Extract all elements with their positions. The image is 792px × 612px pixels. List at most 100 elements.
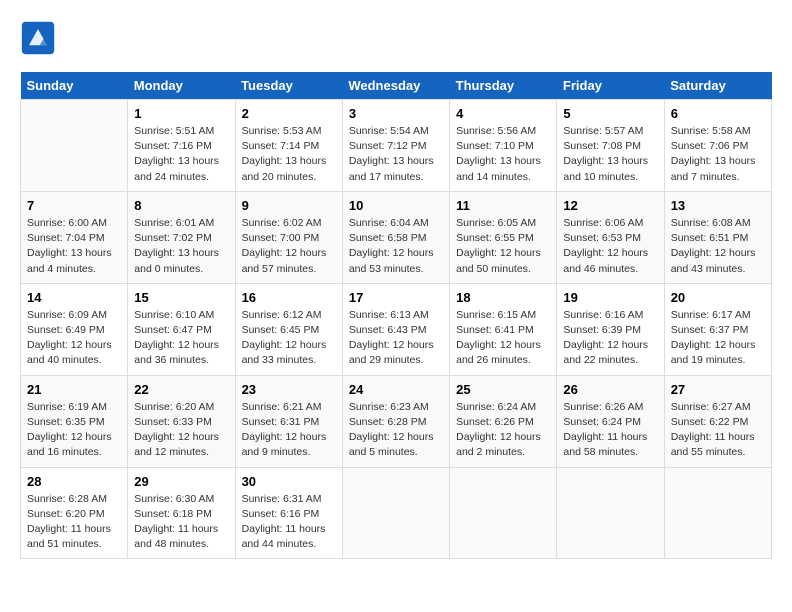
calendar-cell: 22 Sunrise: 6:20 AMSunset: 6:33 PMDayligh…	[128, 375, 235, 467]
calendar-body: 1 Sunrise: 5:51 AMSunset: 7:16 PMDaylight…	[21, 100, 772, 559]
calendar-cell: 2 Sunrise: 5:53 AMSunset: 7:14 PMDaylight…	[235, 100, 342, 192]
day-number: 7	[27, 198, 121, 213]
day-number: 12	[563, 198, 657, 213]
day-info: Sunrise: 6:27 AMSunset: 6:22 PMDaylight:…	[671, 400, 765, 461]
day-info: Sunrise: 6:06 AMSunset: 6:53 PMDaylight:…	[563, 216, 657, 277]
calendar-cell: 29Sunrise: 6:30 AMSunset: 6:18 PMDayligh…	[128, 467, 235, 559]
day-number: 9	[242, 198, 336, 213]
weekday-header-tuesday: Tuesday	[235, 72, 342, 100]
day-number: 5	[563, 106, 657, 121]
calendar-cell: 11 Sunrise: 6:05 AMSunset: 6:55 PMDayligh…	[450, 191, 557, 283]
calendar-cell: 15 Sunrise: 6:10 AMSunset: 6:47 PMDayligh…	[128, 283, 235, 375]
day-info: Sunrise: 6:31 AMSunset: 6:16 PMDaylight:…	[242, 492, 336, 553]
calendar-cell: 10Sunrise: 6:04 AMSunset: 6:58 PMDayligh…	[342, 191, 449, 283]
day-info: Sunrise: 5:51 AMSunset: 7:16 PMDaylight:…	[134, 124, 228, 185]
day-number: 2	[242, 106, 336, 121]
calendar-cell	[342, 467, 449, 559]
day-info: Sunrise: 6:01 AMSunset: 7:02 PMDaylight:…	[134, 216, 228, 277]
day-info: Sunrise: 5:56 AMSunset: 7:10 PMDaylight:…	[456, 124, 550, 185]
day-number: 3	[349, 106, 443, 121]
day-info: Sunrise: 6:17 AMSunset: 6:37 PMDaylight:…	[671, 308, 765, 369]
day-info: Sunrise: 6:08 AMSunset: 6:51 PMDaylight:…	[671, 216, 765, 277]
weekday-header-sunday: Sunday	[21, 72, 128, 100]
day-number: 15	[134, 290, 228, 305]
day-number: 10	[349, 198, 443, 213]
logo	[20, 20, 60, 56]
day-number: 28	[27, 474, 121, 489]
calendar-cell: 27 Sunrise: 6:27 AMSunset: 6:22 PMDayligh…	[664, 375, 771, 467]
day-number: 13	[671, 198, 765, 213]
calendar-week-3: 14Sunrise: 6:09 AMSunset: 6:49 PMDayligh…	[21, 283, 772, 375]
calendar-cell	[557, 467, 664, 559]
calendar-cell: 14Sunrise: 6:09 AMSunset: 6:49 PMDayligh…	[21, 283, 128, 375]
day-info: Sunrise: 6:02 AMSunset: 7:00 PMDaylight:…	[242, 216, 336, 277]
weekday-header-monday: Monday	[128, 72, 235, 100]
calendar-cell: 17 Sunrise: 6:13 AMSunset: 6:43 PMDayligh…	[342, 283, 449, 375]
calendar-cell: 8 Sunrise: 6:01 AMSunset: 7:02 PMDaylight…	[128, 191, 235, 283]
calendar-cell: 26Sunrise: 6:26 AMSunset: 6:24 PMDayligh…	[557, 375, 664, 467]
calendar-week-4: 21 Sunrise: 6:19 AMSunset: 6:35 PMDayligh…	[21, 375, 772, 467]
calendar-cell	[450, 467, 557, 559]
calendar-cell: 19 Sunrise: 6:16 AMSunset: 6:39 PMDayligh…	[557, 283, 664, 375]
day-info: Sunrise: 6:10 AMSunset: 6:47 PMDaylight:…	[134, 308, 228, 369]
calendar-cell: 20 Sunrise: 6:17 AMSunset: 6:37 PMDayligh…	[664, 283, 771, 375]
day-info: Sunrise: 6:13 AMSunset: 6:43 PMDaylight:…	[349, 308, 443, 369]
day-info: Sunrise: 6:19 AMSunset: 6:35 PMDaylight:…	[27, 400, 121, 461]
day-number: 30	[242, 474, 336, 489]
day-info: Sunrise: 6:26 AMSunset: 6:24 PMDaylight:…	[563, 400, 657, 461]
calendar-cell: 3 Sunrise: 5:54 AMSunset: 7:12 PMDaylight…	[342, 100, 449, 192]
day-number: 22	[134, 382, 228, 397]
day-number: 27	[671, 382, 765, 397]
day-number: 19	[563, 290, 657, 305]
day-number: 1	[134, 106, 228, 121]
weekday-header-friday: Friday	[557, 72, 664, 100]
day-info: Sunrise: 6:24 AMSunset: 6:26 PMDaylight:…	[456, 400, 550, 461]
day-info: Sunrise: 5:57 AMSunset: 7:08 PMDaylight:…	[563, 124, 657, 185]
weekday-header-saturday: Saturday	[664, 72, 771, 100]
logo-icon	[20, 20, 56, 56]
day-info: Sunrise: 6:23 AMSunset: 6:28 PMDaylight:…	[349, 400, 443, 461]
day-number: 11	[456, 198, 550, 213]
calendar-cell: 16 Sunrise: 6:12 AMSunset: 6:45 PMDayligh…	[235, 283, 342, 375]
day-info: Sunrise: 6:20 AMSunset: 6:33 PMDaylight:…	[134, 400, 228, 461]
day-info: Sunrise: 5:54 AMSunset: 7:12 PMDaylight:…	[349, 124, 443, 185]
day-number: 18	[456, 290, 550, 305]
day-number: 25	[456, 382, 550, 397]
day-number: 24	[349, 382, 443, 397]
day-info: Sunrise: 6:21 AMSunset: 6:31 PMDaylight:…	[242, 400, 336, 461]
day-number: 8	[134, 198, 228, 213]
day-info: Sunrise: 6:16 AMSunset: 6:39 PMDaylight:…	[563, 308, 657, 369]
calendar-cell: 30 Sunrise: 6:31 AMSunset: 6:16 PMDayligh…	[235, 467, 342, 559]
calendar-cell: 28 Sunrise: 6:28 AMSunset: 6:20 PMDayligh…	[21, 467, 128, 559]
calendar-cell: 4Sunrise: 5:56 AMSunset: 7:10 PMDaylight…	[450, 100, 557, 192]
weekday-header-thursday: Thursday	[450, 72, 557, 100]
day-info: Sunrise: 6:05 AMSunset: 6:55 PMDaylight:…	[456, 216, 550, 277]
weekday-header-wednesday: Wednesday	[342, 72, 449, 100]
day-info: Sunrise: 5:53 AMSunset: 7:14 PMDaylight:…	[242, 124, 336, 185]
calendar-cell	[664, 467, 771, 559]
calendar-cell: 1 Sunrise: 5:51 AMSunset: 7:16 PMDaylight…	[128, 100, 235, 192]
calendar-table: SundayMondayTuesdayWednesdayThursdayFrid…	[20, 72, 772, 559]
day-number: 21	[27, 382, 121, 397]
day-number: 17	[349, 290, 443, 305]
calendar-week-1: 1 Sunrise: 5:51 AMSunset: 7:16 PMDaylight…	[21, 100, 772, 192]
day-info: Sunrise: 6:28 AMSunset: 6:20 PMDaylight:…	[27, 492, 121, 553]
day-number: 29	[134, 474, 228, 489]
day-info: Sunrise: 6:09 AMSunset: 6:49 PMDaylight:…	[27, 308, 121, 369]
day-info: Sunrise: 6:12 AMSunset: 6:45 PMDaylight:…	[242, 308, 336, 369]
calendar-cell: 7Sunrise: 6:00 AMSunset: 7:04 PMDaylight…	[21, 191, 128, 283]
calendar-cell: 5 Sunrise: 5:57 AMSunset: 7:08 PMDaylight…	[557, 100, 664, 192]
calendar-cell: 24 Sunrise: 6:23 AMSunset: 6:28 PMDayligh…	[342, 375, 449, 467]
calendar-cell: 9 Sunrise: 6:02 AMSunset: 7:00 PMDaylight…	[235, 191, 342, 283]
day-number: 6	[671, 106, 765, 121]
header-row: SundayMondayTuesdayWednesdayThursdayFrid…	[21, 72, 772, 100]
calendar-cell	[21, 100, 128, 192]
day-number: 20	[671, 290, 765, 305]
day-number: 16	[242, 290, 336, 305]
day-info: Sunrise: 5:58 AMSunset: 7:06 PMDaylight:…	[671, 124, 765, 185]
day-info: Sunrise: 6:15 AMSunset: 6:41 PMDaylight:…	[456, 308, 550, 369]
calendar-cell: 23Sunrise: 6:21 AMSunset: 6:31 PMDayligh…	[235, 375, 342, 467]
calendar-cell: 6 Sunrise: 5:58 AMSunset: 7:06 PMDaylight…	[664, 100, 771, 192]
calendar-cell: 25 Sunrise: 6:24 AMSunset: 6:26 PMDayligh…	[450, 375, 557, 467]
calendar-cell: 12 Sunrise: 6:06 AMSunset: 6:53 PMDayligh…	[557, 191, 664, 283]
